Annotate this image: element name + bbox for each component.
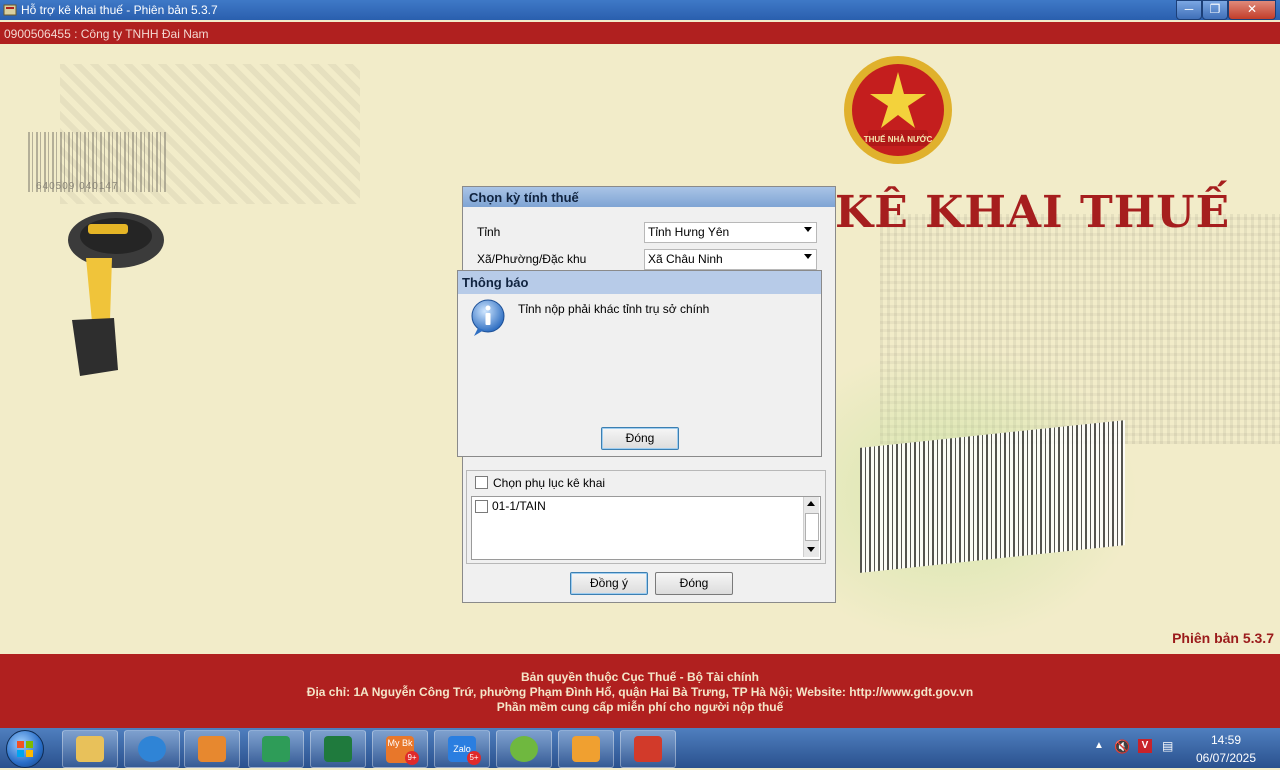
taskbar-app-fox[interactable] (558, 730, 614, 768)
app-icon (3, 4, 17, 16)
barcode-number: 640509 040147 (36, 181, 119, 192)
province-select[interactable]: Tỉnh Hưng Yên (644, 222, 817, 243)
taskbar-htkk[interactable] (620, 730, 676, 768)
clock-date[interactable]: 06/07/2025 (1190, 751, 1262, 765)
network-icon[interactable]: ▤ (1162, 739, 1173, 753)
taskbar-file-explorer[interactable] (62, 730, 118, 768)
dialog-titlebar: Chọn kỳ tính thuế (463, 187, 835, 207)
footer-free-note: Phần mềm cung cấp miễn phí cho người nộp… (496, 700, 784, 714)
province-value: Tỉnh Hưng Yên (648, 225, 730, 239)
appendix-item-label: 01-1/TAIN (492, 499, 546, 513)
minimize-icon: ─ (1184, 2, 1194, 16)
media-player-icon (198, 736, 226, 762)
appendix-checkbox[interactable] (475, 476, 488, 489)
dialog-title: Chọn kỳ tính thuế (469, 190, 579, 205)
clock-time[interactable]: 14:59 (1196, 733, 1256, 747)
taskbar-mybk[interactable]: My Bk 9+ (372, 730, 428, 768)
internet-explorer-icon (138, 736, 166, 762)
footer-copyright: Bản quyền thuộc Cục Thuế - Bộ Tài chính (520, 670, 759, 684)
list-scrollbar[interactable] (803, 497, 819, 557)
message-close-button[interactable]: Đóng (601, 427, 679, 450)
copyright-footer: Bản quyền thuộc Cục Thuế - Bộ Tài chính … (0, 654, 1280, 728)
scroll-down-icon[interactable] (807, 547, 815, 552)
htkk-app-icon (634, 736, 662, 762)
minimize-button[interactable]: ─ (1176, 0, 1202, 20)
close-dialog-button[interactable]: Đóng (655, 572, 733, 595)
company-info: 0900506455 : Công ty TNHH Đai Nam (4, 27, 209, 41)
footer-address: Địa chỉ: 1A Nguyễn Công Trứ, phường Phạm… (306, 685, 974, 699)
fox-app-icon (572, 736, 600, 762)
folder-icon (76, 736, 104, 762)
appendix-item-checkbox[interactable] (475, 500, 488, 513)
zalo-badge: 5+ (467, 751, 481, 765)
scroll-up-icon[interactable] (807, 501, 815, 506)
info-icon (471, 299, 505, 336)
taskbar-app-home[interactable] (248, 730, 304, 768)
tax-emblem-logo: THUẾ NHÀ NƯỚC (844, 56, 952, 164)
taskbar-excel[interactable] (310, 730, 366, 768)
home-app-icon (262, 736, 290, 762)
province-label: Tỉnh (477, 225, 501, 239)
taskbar-zalo[interactable]: Zalo 5+ (434, 730, 490, 768)
ok-button[interactable]: Đồng ý (570, 572, 648, 595)
windows-taskbar: My Bk 9+ Zalo 5+ ▲ 🔇 V ▤ (0, 728, 1280, 768)
taskbar-media-player[interactable] (184, 730, 240, 768)
window-titlebar: Hỗ trợ kê khai thuế - Phiên bản 5.3.7 ─ … (0, 0, 1280, 20)
close-icon: ✕ (1246, 2, 1258, 16)
taskbar-app-green[interactable] (496, 730, 552, 768)
ward-select[interactable]: Xã Châu Ninh (644, 249, 817, 270)
chevron-down-icon (804, 254, 812, 259)
mybk-badge: 9+ (405, 751, 419, 765)
ward-value: Xã Châu Ninh (648, 252, 723, 266)
close-window-button[interactable]: ✕ (1228, 0, 1276, 20)
message-text: Tỉnh nộp phải khác tỉnh trụ sở chính (518, 302, 710, 316)
ward-label: Xã/Phường/Đặc khu (477, 252, 587, 266)
show-hidden-icons[interactable]: ▲ (1094, 740, 1104, 751)
green-app-icon (510, 736, 538, 762)
company-bar: 0900506455 : Công ty TNHH Đai Nam (0, 22, 1280, 44)
scroll-thumb[interactable] (805, 513, 819, 541)
appendix-label: Chọn phụ lục kê khai (493, 476, 606, 490)
maximize-icon: ❐ (1209, 2, 1221, 16)
version-label: Phiên bản 5.3.7 (1172, 630, 1274, 646)
start-button[interactable] (6, 730, 44, 768)
barcode-scanner-image (68, 212, 164, 376)
volume-muted-icon[interactable]: 🔇 (1114, 739, 1130, 755)
excel-icon (324, 736, 352, 762)
message-title: Thông báo (462, 275, 529, 290)
window-title: Hỗ trợ kê khai thuế - Phiên bản 5.3.7 (21, 3, 218, 17)
emblem-text: THUẾ NHÀ NƯỚC (864, 134, 933, 144)
maximize-button[interactable]: ❐ (1202, 0, 1228, 20)
vietkey-icon[interactable]: V (1138, 739, 1152, 753)
message-titlebar: Thông báo (458, 271, 821, 294)
app-big-title: KÊ KHAI THUẾ (835, 187, 1231, 238)
chevron-down-icon (804, 227, 812, 232)
taskbar-internet-explorer[interactable] (124, 730, 180, 768)
windows-logo-icon (17, 741, 33, 757)
